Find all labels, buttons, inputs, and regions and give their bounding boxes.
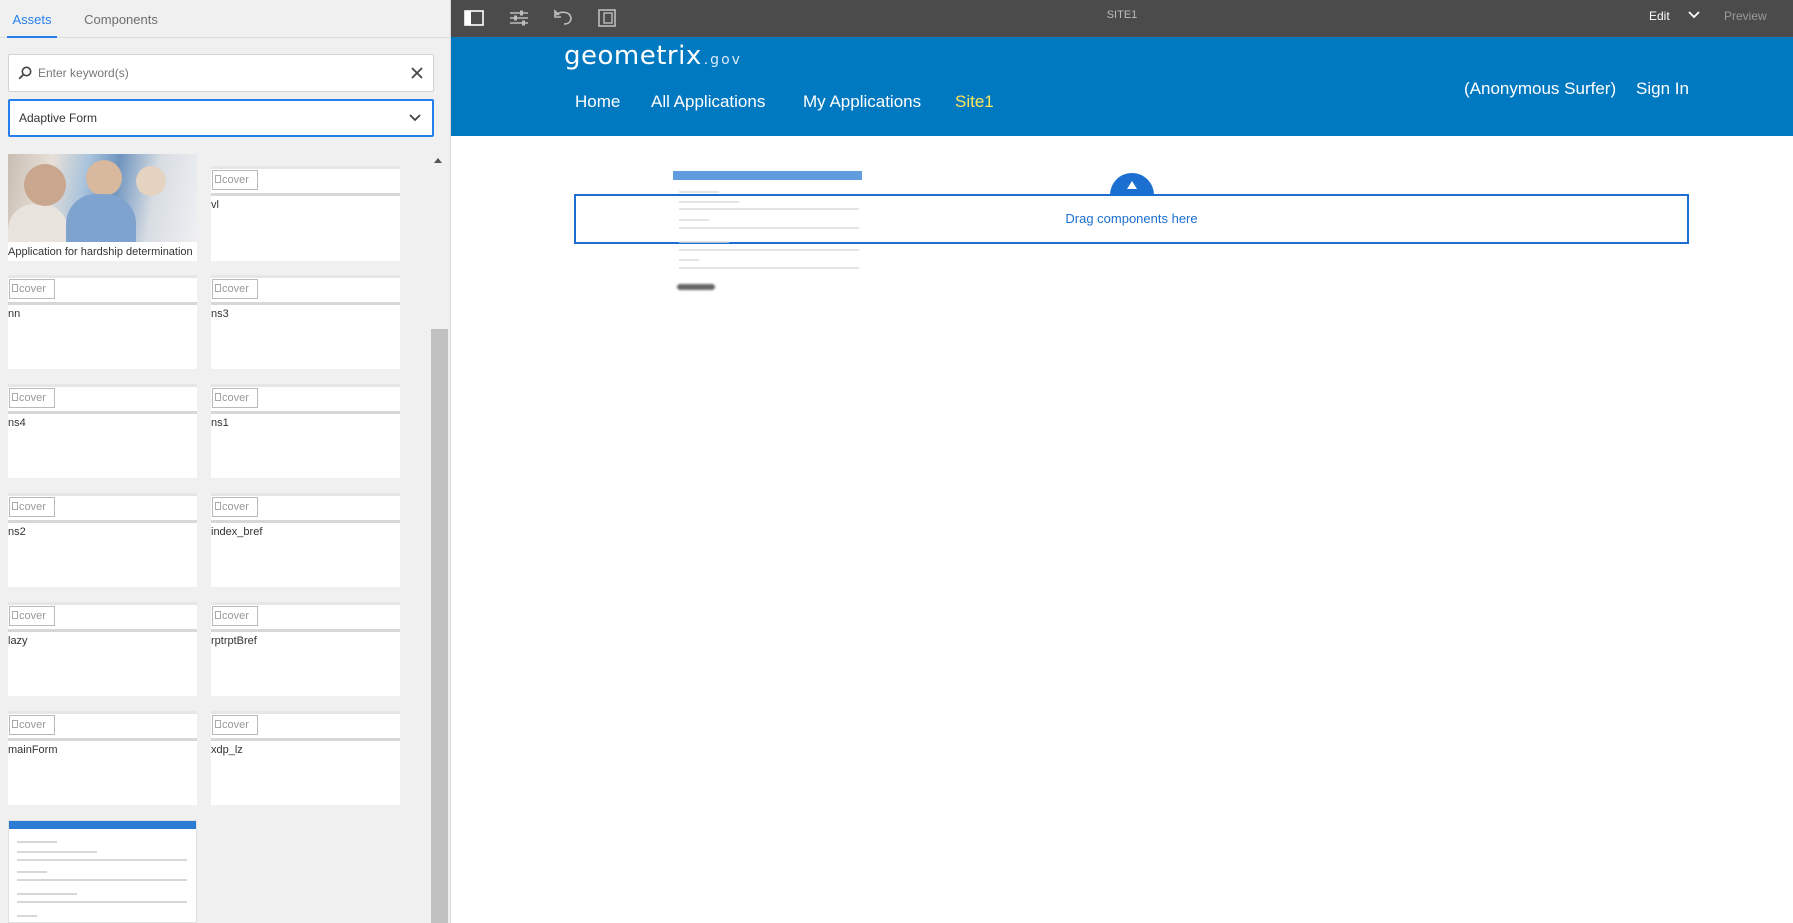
asset-list-scrollbar[interactable] bbox=[430, 150, 448, 923]
asset-label: index_bref bbox=[211, 526, 263, 538]
asset-label: xdp_lz bbox=[211, 744, 243, 756]
site-header: geometrix .gov Home All Applications My A… bbox=[451, 37, 1793, 136]
page-properties-icon[interactable] bbox=[506, 5, 532, 31]
asset-label: vl bbox=[211, 199, 219, 211]
side-panel: Assets Components Adaptive Form Applicat… bbox=[0, 0, 451, 923]
asset-search-box bbox=[8, 54, 434, 92]
asset-card[interactable]: cover vl bbox=[211, 166, 400, 261]
asset-card[interactable]: cover mainForm bbox=[8, 711, 197, 805]
broken-image-icon: cover bbox=[212, 170, 258, 190]
broken-image-icon: cover bbox=[9, 606, 55, 626]
asset-card[interactable]: cover ns4 bbox=[8, 384, 197, 478]
asset-label: Application for hardship determination bbox=[8, 246, 193, 258]
scroll-thumb[interactable] bbox=[431, 329, 448, 923]
asset-card[interactable]: cover index_bref bbox=[211, 493, 400, 587]
broken-image-icon: cover bbox=[212, 497, 258, 517]
chevron-down-icon bbox=[409, 114, 421, 122]
broken-image-icon: cover bbox=[212, 388, 258, 408]
broken-image-icon: cover bbox=[212, 715, 258, 735]
tab-components[interactable]: Components bbox=[78, 0, 164, 38]
insert-handle-icon[interactable] bbox=[1110, 173, 1154, 195]
asset-label: lazy bbox=[8, 635, 28, 647]
preview-button[interactable]: Preview bbox=[1724, 0, 1767, 32]
asset-card[interactable]: cover ns3 bbox=[211, 275, 400, 369]
site-logo[interactable]: geometrix .gov bbox=[564, 41, 742, 71]
asset-card[interactable]: cover ns1 bbox=[211, 384, 400, 478]
broken-image-icon: cover bbox=[9, 715, 55, 735]
sign-in-link[interactable]: Sign In bbox=[1636, 79, 1689, 99]
tab-assets[interactable]: Assets bbox=[7, 0, 57, 38]
asset-type-select[interactable]: Adaptive Form bbox=[8, 99, 434, 137]
nav-my-applications[interactable]: My Applications bbox=[803, 92, 921, 112]
asset-label: mainForm bbox=[8, 744, 58, 756]
asset-card[interactable]: Application for hardship determination bbox=[8, 154, 197, 261]
nav-home[interactable]: Home bbox=[575, 92, 620, 112]
asset-label: ns1 bbox=[211, 417, 229, 429]
broken-image-icon: cover bbox=[9, 497, 55, 517]
asset-card[interactable]: cover rptrptBref bbox=[211, 602, 400, 696]
mode-selector[interactable]: Edit bbox=[1649, 0, 1670, 32]
side-panel-tabs: Assets Components bbox=[0, 0, 450, 38]
asset-card[interactable]: cover xdp_lz bbox=[211, 711, 400, 805]
asset-label: nn bbox=[8, 308, 21, 320]
broken-image-icon: cover bbox=[212, 279, 258, 299]
page-title: SITE1 bbox=[1106, 9, 1138, 21]
asset-label: rptrptBref bbox=[211, 635, 257, 647]
clear-icon[interactable] bbox=[410, 66, 424, 80]
nav-all-applications[interactable]: All Applications bbox=[651, 92, 765, 112]
asset-card[interactable]: cover nn bbox=[8, 275, 197, 369]
asset-label: ns3 bbox=[211, 308, 229, 320]
asset-card[interactable] bbox=[8, 820, 197, 923]
editor-toolbar: SITE1 Edit Preview bbox=[451, 0, 1793, 37]
search-input[interactable] bbox=[38, 56, 398, 90]
broken-image-icon: cover bbox=[9, 388, 55, 408]
broken-image-icon: cover bbox=[9, 279, 55, 299]
asset-thumbnail bbox=[8, 154, 197, 242]
toggle-side-panel-icon[interactable] bbox=[461, 5, 487, 31]
form-thumbnail bbox=[9, 821, 196, 829]
drag-preview bbox=[673, 171, 862, 294]
search-icon bbox=[18, 66, 32, 80]
page-canvas: Drag components here bbox=[451, 136, 1793, 923]
asset-card[interactable]: cover ns2 bbox=[8, 493, 197, 587]
emulator-icon[interactable] bbox=[594, 5, 620, 31]
user-name: (Anonymous Surfer) bbox=[1464, 79, 1617, 98]
nav-site1[interactable]: Site1 bbox=[955, 92, 994, 112]
asset-label: ns4 bbox=[8, 417, 26, 429]
asset-type-value: Adaptive Form bbox=[19, 111, 98, 125]
undo-icon[interactable] bbox=[551, 5, 577, 31]
asset-label: ns2 bbox=[8, 526, 26, 538]
chevron-down-icon[interactable] bbox=[1687, 10, 1701, 20]
asset-card[interactable]: cover lazy bbox=[8, 602, 197, 696]
scroll-up-icon[interactable] bbox=[434, 158, 442, 163]
broken-image-icon: cover bbox=[212, 606, 258, 626]
